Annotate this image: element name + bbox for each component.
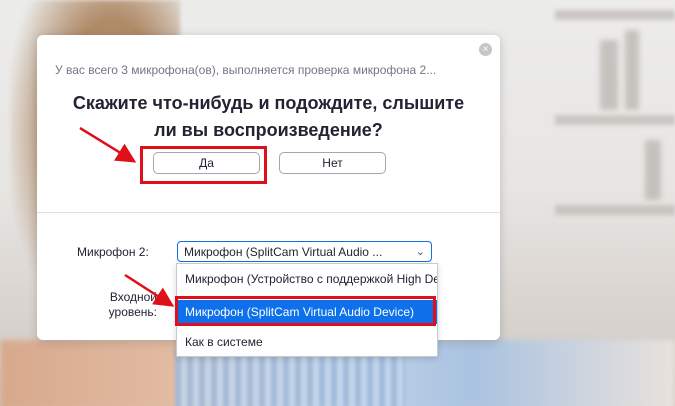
- annotation-arrows: [79, 126, 175, 307]
- arrow-to-yes: [79, 126, 137, 163]
- arrow-to-option: [124, 273, 175, 307]
